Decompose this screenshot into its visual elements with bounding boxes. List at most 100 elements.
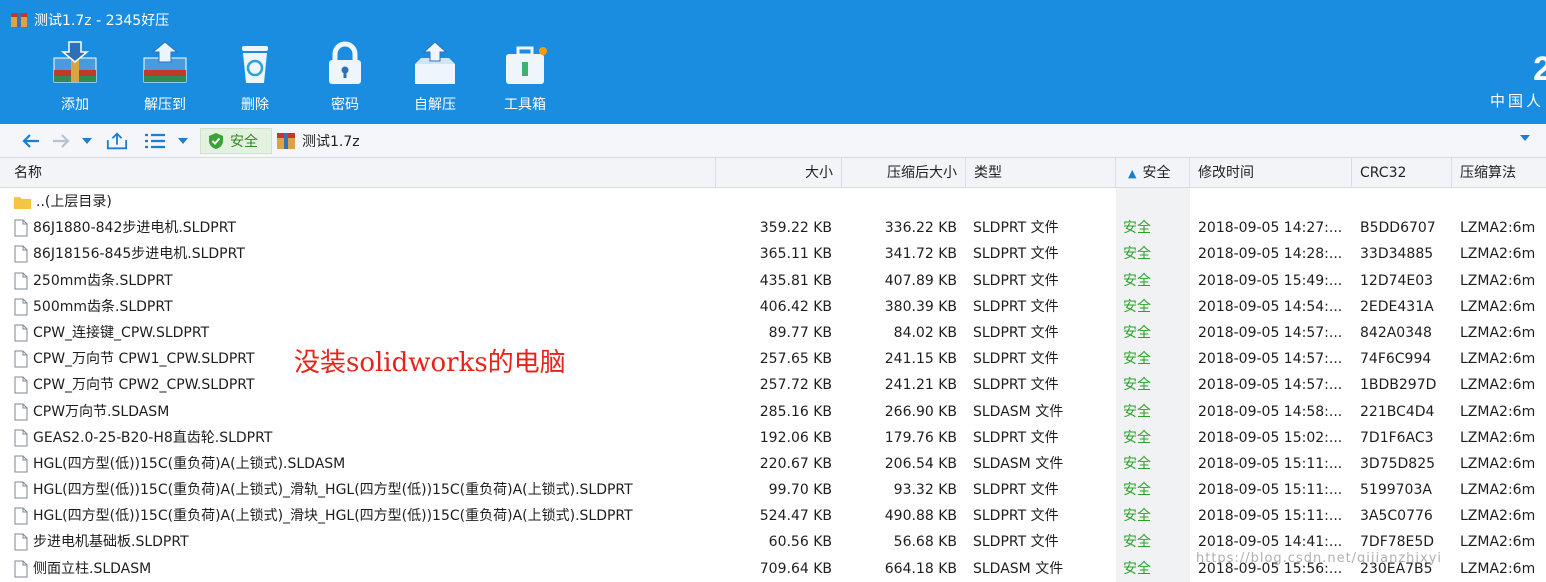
method-cell: LZMA2:6m xyxy=(1460,324,1536,341)
type-cell: SLDPRT 文件 xyxy=(973,220,1059,237)
file-name: CPW万向节.SLDASM xyxy=(33,403,170,420)
title-bar: 测试1.7z - 2345好压 xyxy=(10,9,169,31)
file-name: CPW_万向节 CPW2_CPW.SLDPRT xyxy=(33,377,255,394)
name-cell: 侧面立柱.SLDASM xyxy=(14,556,714,582)
safety-cell: 安全 xyxy=(1123,534,1151,551)
table-row[interactable]: CPW_万向节 CPW2_CPW.SLDPRT 257.72 KB 241.21 K… xyxy=(0,372,1546,398)
method-cell: LZMA2:6m xyxy=(1460,403,1536,420)
table-row[interactable]: GEAS2.0-25-B20-H8直齿轮.SLDPRT 192.06 KB 179.… xyxy=(0,425,1546,451)
view-mode-button[interactable] xyxy=(144,130,166,152)
column-header-type[interactable]: 类型 xyxy=(966,158,1116,188)
method-cell: LZMA2:6m xyxy=(1460,455,1536,472)
name-cell: 步进电机基础板.SLDPRT xyxy=(14,529,714,555)
name-cell: CPW万向节.SLDASM xyxy=(14,399,714,425)
crc-cell: 33D34885 xyxy=(1360,246,1434,263)
size-cell: 257.72 KB xyxy=(759,377,832,394)
table-row[interactable]: 86J1880-842步进电机.SLDPRT 359.22 KB 336.22 KB… xyxy=(0,215,1546,241)
main-toolbar: 添加 解压到 删除 密码 自解压 工具箱 xyxy=(30,40,570,120)
extract-to-label: 解压到 xyxy=(144,97,186,113)
name-cell: HGL(四方型(低))15C(重负荷)A(上锁式).SLDASM xyxy=(14,451,714,477)
file-icon xyxy=(14,219,28,237)
modified-cell: 2018-09-05 15:11:... xyxy=(1198,482,1343,499)
modified-cell: 2018-09-05 14:28:... xyxy=(1198,246,1343,263)
path-dropdown-icon[interactable] xyxy=(1520,135,1530,141)
brand-area: 2 中国人 xyxy=(1486,40,1546,120)
table-row[interactable]: CPW万向节.SLDASM 285.16 KB 266.90 KB SLDASM 文件… xyxy=(0,399,1546,425)
up-folder-button[interactable] xyxy=(106,130,128,152)
table-row[interactable]: HGL(四方型(低))15C(重负荷)A(上锁式)_滑轨_HGL(四方型(低))… xyxy=(0,477,1546,503)
column-header-compressed-size[interactable]: 压缩后大小 xyxy=(842,158,966,188)
toolbox-label: 工具箱 xyxy=(504,97,546,113)
table-row[interactable]: HGL(四方型(低))15C(重负荷)A(上锁式)_滑块_HGL(四方型(低))… xyxy=(0,503,1546,529)
method-cell: LZMA2:6m xyxy=(1460,272,1536,289)
type-cell: SLDPRT 文件 xyxy=(973,246,1059,263)
column-header-name[interactable]: 名称 xyxy=(0,158,716,188)
table-row[interactable]: 250mm齿条.SLDPRT 435.81 KB 407.89 KB SLDPRT 文… xyxy=(0,268,1546,294)
forward-button[interactable] xyxy=(50,130,72,152)
safety-cell: 安全 xyxy=(1123,272,1151,289)
compressed-size-cell: 266.90 KB xyxy=(884,403,957,420)
address-bar: 安全 测试1.7z xyxy=(0,124,1546,158)
security-label: 安全 xyxy=(230,134,258,150)
column-header-crc[interactable]: CRC32 xyxy=(1352,158,1452,188)
type-cell: SLDPRT 文件 xyxy=(973,298,1059,315)
size-cell: 285.16 KB xyxy=(759,403,832,420)
type-cell: SLDPRT 文件 xyxy=(973,429,1059,446)
view-mode-dropdown[interactable] xyxy=(176,130,190,152)
safety-cell: 安全 xyxy=(1123,324,1151,341)
crc-cell: 74F6C994 xyxy=(1360,351,1432,368)
password-button[interactable]: 密码 xyxy=(300,40,390,120)
file-icon xyxy=(14,481,28,499)
name-cell: ..(上层目录) xyxy=(14,189,714,215)
type-cell: SLDASM 文件 xyxy=(973,455,1064,472)
name-cell: 500mm齿条.SLDPRT xyxy=(14,294,714,320)
table-row[interactable]: CPW_连接键_CPW.SLDPRT 89.77 KB 84.02 KB SLDPRT… xyxy=(0,320,1546,346)
file-icon xyxy=(14,298,28,316)
column-header-modified[interactable]: 修改时间 xyxy=(1190,158,1352,188)
extract-to-button[interactable]: 解压到 xyxy=(120,40,210,120)
file-name: 侧面立柱.SLDASM xyxy=(33,560,152,577)
size-cell: 89.77 KB xyxy=(768,324,832,341)
file-name: HGL(四方型(低))15C(重负荷)A(上锁式)_滑轨_HGL(四方型(低))… xyxy=(33,482,633,499)
crc-cell: 1BDB297D xyxy=(1360,377,1437,394)
size-cell: 257.65 KB xyxy=(759,351,832,368)
file-icon xyxy=(14,350,28,368)
size-cell: 99.70 KB xyxy=(768,482,832,499)
table-row[interactable]: 86J18156-845步进电机.SLDPRT 365.11 KB 341.72 K… xyxy=(0,241,1546,267)
path-field[interactable]: 测试1.7z xyxy=(276,128,1532,154)
history-dropdown[interactable] xyxy=(80,130,94,152)
table-row[interactable]: CPW_万向节 CPW1_CPW.SLDPRT 257.65 KB 241.15 K… xyxy=(0,346,1546,372)
compressed-size-cell: 407.89 KB xyxy=(884,272,957,289)
add-button[interactable]: 添加 xyxy=(30,40,120,120)
name-cell: 250mm齿条.SLDPRT xyxy=(14,268,714,294)
file-name: GEAS2.0-25-B20-H8直齿轮.SLDPRT xyxy=(33,429,273,446)
column-header-safety[interactable]: ▲ 安全 xyxy=(1116,158,1190,188)
self-extract-button[interactable]: 自解压 xyxy=(390,40,480,120)
table-row[interactable]: 500mm齿条.SLDPRT 406.42 KB 380.39 KB SLDPRT 文… xyxy=(0,294,1546,320)
delete-icon xyxy=(242,46,268,83)
table-header: 名称 大小 压缩后大小 类型 ▲ 安全 修改时间 CRC32 压缩算法 xyxy=(0,158,1546,188)
type-cell: SLDPRT 文件 xyxy=(973,377,1059,394)
table-row[interactable]: HGL(四方型(低))15C(重负荷)A(上锁式).SLDASM 220.67 K… xyxy=(0,451,1546,477)
size-cell: 709.64 KB xyxy=(759,560,832,577)
safety-cell: 安全 xyxy=(1123,351,1151,368)
compressed-size-cell: 179.76 KB xyxy=(884,429,957,446)
folder-icon xyxy=(14,197,31,209)
modified-cell: 2018-09-05 14:54:... xyxy=(1198,298,1343,315)
parent-directory-row[interactable]: ..(上层目录) xyxy=(0,189,1546,215)
column-header-method[interactable]: 压缩算法 xyxy=(1452,158,1546,188)
name-cell: HGL(四方型(低))15C(重负荷)A(上锁式)_滑轨_HGL(四方型(低))… xyxy=(14,477,714,503)
size-cell: 60.56 KB xyxy=(768,534,832,551)
security-badge[interactable]: 安全 xyxy=(200,128,272,154)
toolbox-button[interactable]: 工具箱 xyxy=(480,40,570,120)
safety-cell: 安全 xyxy=(1123,246,1151,263)
method-cell: LZMA2:6m xyxy=(1460,560,1536,577)
delete-button[interactable]: 删除 xyxy=(210,40,300,120)
add-label: 添加 xyxy=(61,97,89,113)
compressed-size-cell: 664.18 KB xyxy=(884,560,957,577)
column-header-size[interactable]: 大小 xyxy=(716,158,842,188)
list-view-icon xyxy=(145,133,165,149)
self-extract-icon xyxy=(415,41,455,84)
back-button[interactable] xyxy=(20,130,42,152)
table-body: ..(上层目录) 86J1880-842步进电机.SLDPRT 359.22 KB… xyxy=(0,189,1546,582)
